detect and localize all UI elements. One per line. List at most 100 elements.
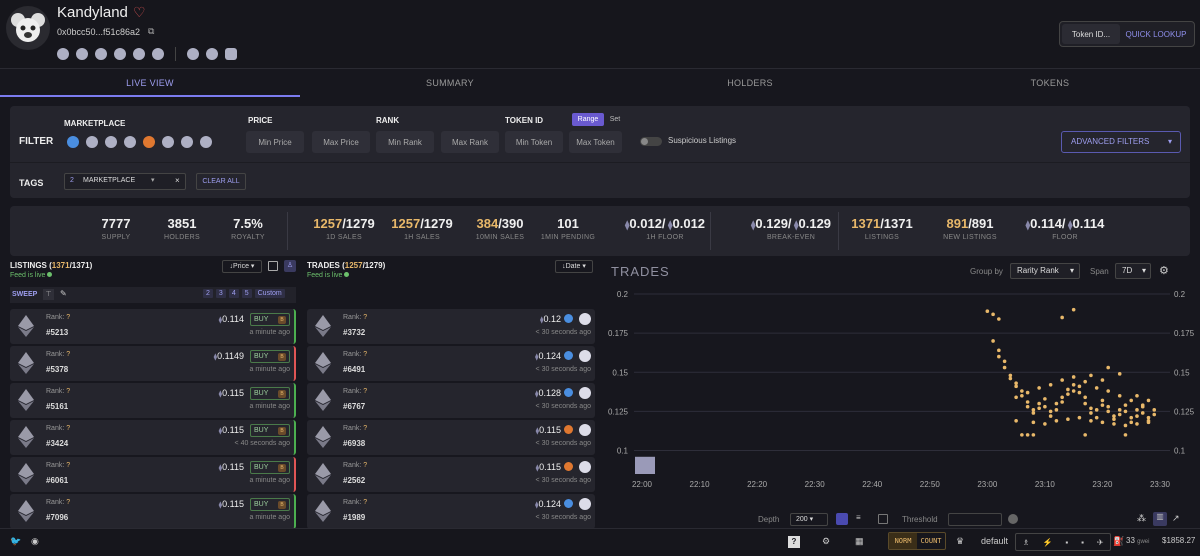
listing-row[interactable]: Rank: ? #5378 ⧫0.1149 BUY B a minute ago — [10, 346, 296, 381]
range-toggle[interactable]: Range — [572, 113, 604, 126]
trades-sort-dropdown[interactable]: ↓Date ▾ — [555, 260, 593, 273]
activity-chart-icon[interactable] — [579, 313, 591, 325]
advanced-filters-dropdown[interactable]: ADVANCED FILTERS ▾ — [1061, 131, 1181, 153]
rarible-filter-icon[interactable] — [162, 136, 174, 148]
token-id-input[interactable]: Token ID... — [1062, 24, 1120, 44]
trophy-icon[interactable]: ♛ — [956, 536, 964, 547]
sweep-option[interactable]: 3 — [215, 289, 226, 298]
depth-dropdown[interactable]: 200 ▾ — [790, 513, 828, 526]
buy-button[interactable]: BUY B — [250, 424, 290, 437]
listings-sort-dropdown[interactable]: ↓Price ▾ — [222, 260, 262, 273]
max-price-input[interactable]: Max Price — [312, 131, 370, 153]
min-rank-input[interactable]: Min Rank — [376, 131, 434, 153]
discord-icon[interactable] — [206, 48, 218, 60]
buy-button[interactable]: BUY B — [250, 498, 290, 511]
activity-chart-icon[interactable] — [579, 387, 591, 399]
activity-chart-icon[interactable] — [579, 461, 591, 473]
threshold-input[interactable] — [948, 513, 1002, 526]
min-token-input[interactable]: Min Token — [505, 131, 563, 153]
copy-icon[interactable]: ⧉ — [148, 26, 154, 37]
listing-row[interactable]: Rank: ? #3424 ⧫0.115 BUY B < 40 seconds ago — [10, 420, 296, 455]
element-filter-icon[interactable] — [200, 136, 212, 148]
blur-link-icon[interactable] — [133, 48, 145, 60]
max-rank-input[interactable]: Max Rank — [441, 131, 499, 153]
calendar-icon[interactable]: ▦ — [855, 536, 864, 547]
sudoswap-filter-icon[interactable] — [124, 136, 136, 148]
listing-row[interactable]: Rank: ? #7096 ⧫0.115 BUY B a minute ago — [10, 494, 296, 529]
opensea-link-icon[interactable] — [57, 48, 69, 60]
settings-icon[interactable]: ⚙ — [822, 536, 830, 547]
trade-row[interactable]: Rank: ? #1989 ⧫0.124 < 30 seconds ago — [307, 494, 595, 529]
sweep-icon[interactable]: ⊤ — [43, 289, 54, 300]
select-all-checkbox[interactable] — [268, 261, 278, 271]
list-view-icon[interactable]: ≡ — [856, 513, 868, 525]
buy-button[interactable]: BUY B — [250, 350, 290, 363]
buy-button[interactable]: BUY B — [250, 313, 290, 326]
norm-button[interactable]: NORM — [889, 533, 917, 549]
clear-all-button[interactable]: CLEAR ALL — [196, 173, 246, 190]
listing-row[interactable]: Rank: ? #6061 ⧫0.115 BUY B a minute ago — [10, 457, 296, 492]
tab-live-view[interactable]: LIVE VIEW — [0, 69, 300, 97]
count-button[interactable]: COUNT — [917, 533, 945, 549]
sweep-option[interactable]: 5 — [241, 289, 252, 298]
buy-button[interactable]: BUY B — [250, 461, 290, 474]
suspicious-toggle[interactable] — [640, 137, 662, 146]
activity-chart-icon[interactable] — [579, 350, 591, 362]
bolt-icon[interactable]: ⚡ — [1043, 538, 1053, 547]
tab-holders[interactable]: HOLDERS — [600, 69, 900, 97]
x2y2-filter-icon[interactable] — [105, 136, 117, 148]
trade-row[interactable]: Rank: ? #2562 ⧫0.115 < 30 seconds ago — [307, 457, 595, 492]
set-toggle[interactable]: Set — [606, 113, 624, 126]
user-filter-icon[interactable]: ♙ — [284, 260, 296, 272]
x2-icon[interactable]: ▪ — [1065, 538, 1068, 547]
foundation-filter-icon[interactable] — [181, 136, 193, 148]
x2y2-link-icon[interactable] — [95, 48, 107, 60]
globe-icon[interactable] — [187, 48, 199, 60]
blur-filter-icon[interactable] — [143, 136, 155, 148]
rocket-icon[interactable]: ✈ — [1097, 538, 1104, 547]
looksrare-link-icon[interactable] — [76, 48, 88, 60]
remove-tag-icon[interactable]: × — [175, 176, 180, 185]
buy-button[interactable]: BUY B — [250, 387, 290, 400]
listing-row[interactable]: Rank: ? #5213 ⧫0.114 BUY B a minute ago — [10, 309, 296, 344]
trade-row[interactable]: Rank: ? #6767 ⧫0.128 < 30 seconds ago — [307, 383, 595, 418]
min-price-input[interactable]: Min Price — [246, 131, 304, 153]
bar-mode-icon[interactable]: ▥ — [1153, 512, 1167, 526]
line-mode-icon[interactable]: ↗ — [1172, 513, 1180, 524]
listing-row[interactable]: Rank: ? #5161 ⧫0.115 BUY B a minute ago — [10, 383, 296, 418]
trade-row[interactable]: Rank: ? #6491 ⧫0.124 < 30 seconds ago — [307, 346, 595, 381]
pencil-icon[interactable]: ✎ — [60, 289, 67, 298]
tab-summary[interactable]: SUMMARY — [300, 69, 600, 97]
quick-lookup-button[interactable]: QUICK LOOKUP — [1120, 30, 1192, 39]
group-by-dropdown[interactable]: Rarity Rank ▾ — [1010, 263, 1080, 279]
tag-chip[interactable]: 2 MARKETPLACE ▾ × — [64, 173, 186, 190]
sweep-option[interactable]: 2 — [203, 289, 213, 298]
bar-view-icon[interactable] — [836, 513, 848, 525]
tab-tokens[interactable]: TOKENS — [900, 69, 1200, 97]
sudoswap-link-icon[interactable] — [114, 48, 126, 60]
activity-chart-icon[interactable] — [579, 498, 591, 510]
rank-label: Rank: ? — [343, 351, 368, 358]
trade-point — [1031, 408, 1036, 412]
walk-icon[interactable]: ♗ — [1022, 538, 1029, 547]
help-icon[interactable]: ? — [788, 536, 800, 548]
opensea-filter-icon[interactable] — [67, 136, 79, 148]
discord-icon[interactable]: ◉ — [31, 536, 39, 547]
sweep-option[interactable]: 4 — [228, 289, 239, 298]
depth-checkbox[interactable] — [878, 514, 888, 524]
twitter-icon[interactable]: 🐦 — [10, 536, 21, 547]
looksrare-filter-icon[interactable] — [86, 136, 98, 148]
chart-link-icon[interactable] — [152, 48, 164, 60]
trade-point — [1140, 403, 1145, 407]
twitter-icon[interactable] — [225, 48, 237, 60]
scatter-mode-icon[interactable]: ⁂ — [1137, 513, 1146, 524]
x3-icon[interactable]: ▪ — [1081, 538, 1084, 547]
trade-row[interactable]: Rank: ? #6938 ⧫0.115 < 30 seconds ago — [307, 420, 595, 455]
favorite-heart-icon[interactable]: ♡ — [133, 4, 146, 21]
span-dropdown[interactable]: 7D ▾ — [1115, 263, 1151, 279]
sweep-option[interactable]: Custom — [254, 289, 285, 298]
activity-chart-icon[interactable] — [579, 424, 591, 436]
trade-row[interactable]: Rank: ? #3732 ⧫0.12 < 30 seconds ago — [307, 309, 595, 344]
max-token-input[interactable]: Max Token — [569, 131, 622, 153]
gear-icon[interactable]: ⚙ — [1159, 264, 1169, 277]
